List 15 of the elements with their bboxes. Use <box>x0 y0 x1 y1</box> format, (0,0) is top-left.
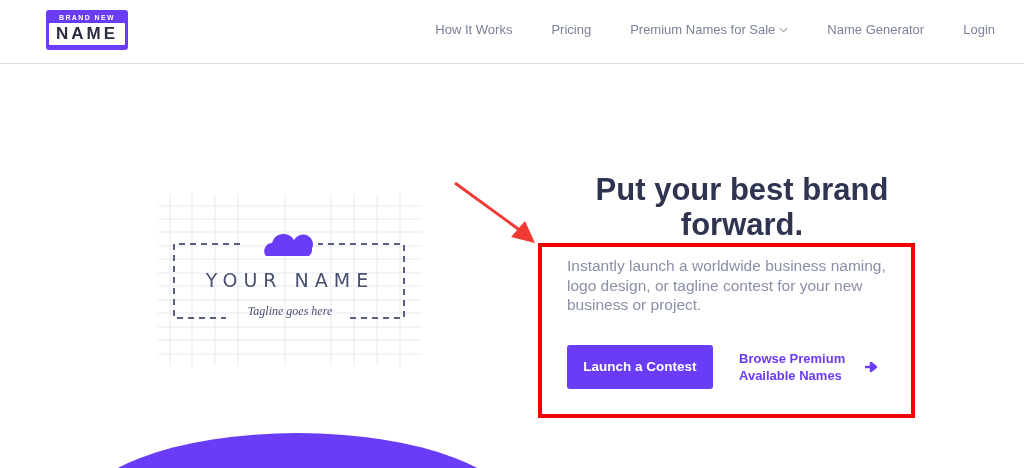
browse-names-link[interactable]: Browse Premium Available Names <box>739 349 877 384</box>
nav-link[interactable]: Name Generator <box>827 22 925 37</box>
brand-name-text: YOUR NAME <box>205 269 375 292</box>
nav-link[interactable]: Premium Names for Sale <box>630 22 789 37</box>
logo-wordmark: NAME <box>49 22 125 45</box>
hero-title: Put your best brand forward. <box>594 172 890 242</box>
tagline-text: Tagline goes here <box>247 304 333 319</box>
arrow-right-icon <box>865 361 877 372</box>
caret-icon <box>779 26 789 33</box>
cloud-icon <box>264 234 314 257</box>
launch-contest-button[interactable]: Launch a Contest <box>567 344 713 389</box>
hero-description: Instantly launch a worldwide business naming, logo design, or tagline contest for your new business or project. <box>567 256 887 315</box>
nav-link[interactable]: Pricing <box>551 22 592 37</box>
nav-link[interactable]: Login <box>963 22 995 37</box>
nav-link[interactable]: How It Works <box>435 22 513 37</box>
